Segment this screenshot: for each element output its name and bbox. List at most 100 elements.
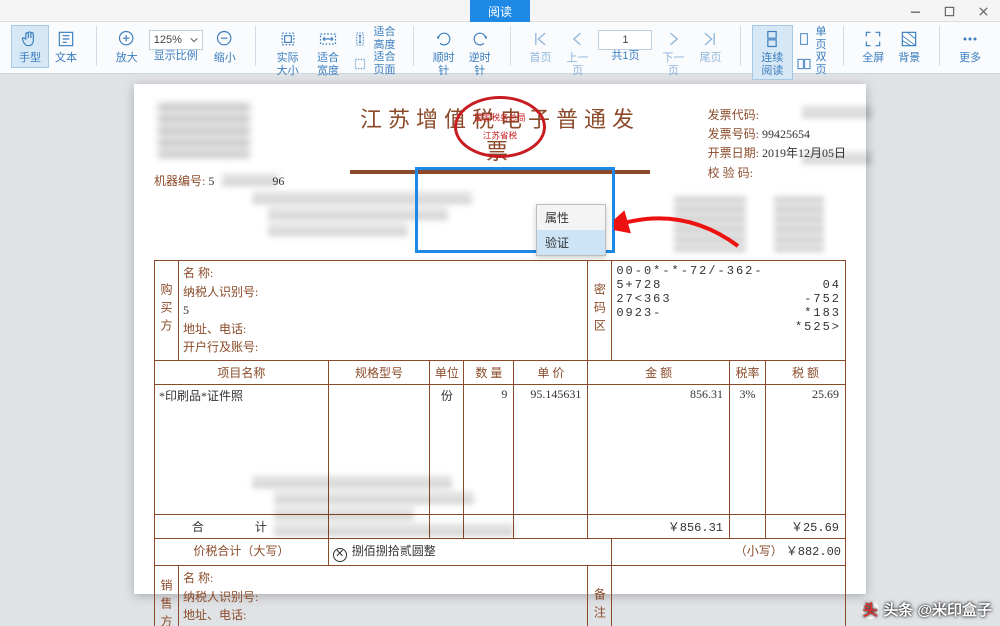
buyer-taxid-value: 5	[183, 301, 583, 320]
seller-header: 销售方	[155, 565, 179, 626]
fit-height-icon	[352, 31, 368, 47]
active-tab[interactable]: 阅读	[470, 0, 530, 22]
rotate-ccw-button[interactable]: 逆时针	[462, 26, 498, 79]
seal-text-top: 国家税务总局	[474, 113, 525, 123]
buyer-taxid-label: 纳税人识别号:	[183, 283, 583, 302]
facing-label: 双页	[816, 51, 827, 76]
invoice-code-label: 发票代码:	[708, 108, 759, 122]
item-spec	[328, 384, 430, 514]
first-page-button[interactable]: 首页	[522, 26, 558, 67]
sum-small-label: （小写）	[735, 544, 783, 558]
text-icon	[55, 28, 77, 50]
zoom-value: 125%	[154, 34, 182, 47]
fit-height-label: 适合高度	[372, 26, 397, 51]
fullscreen-button[interactable]: 全屏	[855, 26, 891, 67]
fit-page-label: 适合页面	[372, 51, 397, 76]
invoice-number-value: 99425654	[762, 127, 810, 141]
rotate-cw-button[interactable]: 顺时针	[426, 26, 462, 79]
fit-height-button[interactable]: 适合高度	[348, 26, 401, 51]
toolbar: 手型 文本 放大 125% 显示比例 缩小 实际大小	[0, 22, 1000, 74]
item-name: *印刷品*证件照	[155, 384, 329, 514]
invoice-header: 发票代码: 发票号码: 99425654 开票日期: 2019年12月05日 校…	[708, 106, 846, 183]
actual-size-icon	[277, 28, 299, 50]
context-menu-item-properties[interactable]: 属性	[537, 205, 605, 230]
zoom-level[interactable]: 125% 显示比例	[145, 26, 207, 65]
item-tax: 25.69	[766, 384, 846, 514]
actual-size-label: 实际大小	[272, 52, 304, 77]
single-page-button[interactable]: 单页	[792, 26, 831, 51]
col-tax: 税 额	[766, 360, 846, 384]
last-page-icon	[699, 28, 721, 50]
continuous-icon	[761, 28, 783, 50]
fit-width-label: 适合宽度	[312, 52, 344, 77]
next-page-button[interactable]: 下一页	[654, 26, 692, 79]
buyer-cell: 名 称: 纳税人识别号: 5 地址、电话: 开户行及账号:	[179, 261, 588, 361]
item-row: *印刷品*证件照 份 9 95.145631 856.31 3% 25.69	[155, 384, 846, 514]
rotate-ccw-icon	[469, 28, 491, 50]
context-menu-item-verify[interactable]: 验证	[537, 230, 605, 255]
sum-small-value: ￥882.00	[786, 545, 841, 559]
continuous-view-button[interactable]: 连续阅读	[753, 26, 791, 79]
more-label: 更多	[959, 52, 981, 65]
invoice-check-label: 校 验 码:	[708, 166, 753, 180]
first-page-label: 首页	[529, 52, 551, 65]
zoom-out-label: 缩小	[214, 52, 236, 65]
code2a: 5+728	[616, 278, 841, 292]
col-spec: 规格型号	[328, 360, 430, 384]
continuous-label: 连续阅读	[757, 52, 787, 77]
item-unit: 份	[430, 384, 464, 514]
invoice-date-value: 2019年12月05日	[762, 146, 846, 160]
item-rate: 3%	[730, 384, 766, 514]
code4b: *525>	[795, 320, 841, 334]
prev-page-button[interactable]: 上一页	[558, 26, 596, 79]
fit-page-button[interactable]: 适合页面	[348, 51, 401, 76]
item-qty: 9	[464, 384, 514, 514]
col-qty: 数 量	[464, 360, 514, 384]
fit-width-button[interactable]: 适合宽度	[308, 26, 348, 79]
zoom-in-button[interactable]: 放大	[109, 26, 145, 67]
title-bar: 阅读	[0, 0, 1000, 22]
col-name: 项目名称	[155, 360, 329, 384]
chevron-down-icon	[190, 36, 198, 44]
hand-icon	[19, 28, 41, 50]
invoice-date-label: 开票日期:	[708, 146, 759, 160]
code2b: -752	[804, 292, 841, 306]
sum-row: 价税合计（大写） ✕ 捌佰捌拾贰圆整 （小写） ￥882.00	[155, 538, 846, 565]
buyer-header: 购买方	[155, 261, 179, 361]
last-page-button[interactable]: 尾页	[692, 26, 728, 67]
code3b: *183	[804, 306, 841, 320]
text-tool-label: 文本	[55, 52, 77, 65]
zoom-in-icon	[116, 28, 138, 50]
text-tool-button[interactable]: 文本	[48, 26, 84, 67]
background-icon	[898, 28, 920, 50]
facing-page-button[interactable]: 双页	[792, 51, 831, 76]
page-current-value: 1	[622, 34, 628, 47]
minimize-button[interactable]	[898, 0, 932, 22]
hand-tool-button[interactable]: 手型	[12, 26, 48, 67]
machine-number-b: 96	[272, 174, 284, 188]
maximize-button[interactable]	[932, 0, 966, 22]
buyer-addr-label: 地址、电话:	[183, 320, 583, 339]
zoom-out-button[interactable]: 缩小	[207, 26, 243, 67]
prev-page-icon	[567, 28, 589, 50]
seal-text-bottom: 江苏省税	[474, 131, 525, 141]
seller-taxid-label: 纳税人识别号:	[183, 588, 583, 607]
single-page-icon	[796, 31, 812, 47]
actual-size-button[interactable]: 实际大小	[268, 26, 308, 79]
more-button[interactable]: 更多	[952, 26, 988, 67]
crossed-circle-icon: ✕	[333, 548, 347, 562]
totals-row: 合 计 ￥856.31 ￥25.69	[155, 514, 846, 538]
code-header: 密码区	[588, 261, 612, 361]
code1a: 00-0*-*-72/-362-	[616, 264, 841, 278]
document-canvas[interactable]: 国家税务总局 江苏省税 江苏增值税电子普通发票 发票代码: 发票号码: 9942…	[0, 74, 1000, 626]
machine-number: 机器编号: 5 96	[154, 172, 284, 189]
close-button[interactable]	[966, 0, 1000, 22]
invoice-code-value	[762, 108, 765, 122]
background-button[interactable]: 背景	[891, 26, 927, 67]
invoice-check-value	[756, 166, 759, 180]
fit-page-icon	[352, 56, 368, 72]
page-indicator[interactable]: 1 共1页	[597, 26, 655, 65]
col-rate: 税率	[730, 360, 766, 384]
zoom-out-icon	[214, 28, 236, 50]
next-page-label: 下一页	[658, 52, 688, 77]
